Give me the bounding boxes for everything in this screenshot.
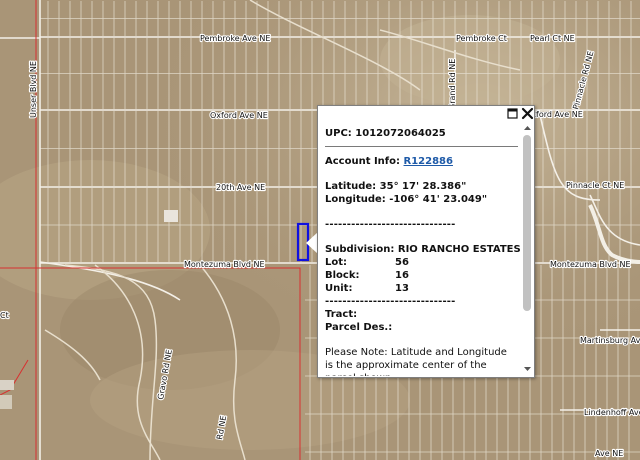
vertical-scrollbar[interactable]: [521, 123, 534, 376]
popup-titlebar: [318, 106, 534, 122]
street-label: Grand Rd NE: [448, 59, 457, 110]
latitude-label: Latitude:: [325, 181, 377, 192]
maximize-icon[interactable]: [507, 108, 518, 119]
street-label: Lindenhoff Ave: [584, 408, 640, 417]
scrollbar-thumb[interactable]: [523, 135, 531, 311]
close-icon[interactable]: [521, 107, 534, 120]
upc-row: UPC: 1012072064025: [325, 127, 520, 140]
lot-label: Lot:: [325, 257, 348, 268]
account-link[interactable]: R122886: [404, 156, 453, 167]
longitude-row: Longitude: -106° 41' 23.049": [325, 193, 520, 206]
account-row: Account Info: R122886: [325, 155, 520, 168]
parcel-info-popup: UPC: 1012072064025 Account Info: R122886…: [317, 105, 535, 378]
popup-content-area[interactable]: UPC: 1012072064025 Account Info: R122886…: [319, 123, 534, 376]
street-label: Ct: [0, 311, 9, 320]
unit-row: Unit: 13: [325, 282, 520, 295]
street-label: Pinnacle Ct NE: [566, 181, 624, 190]
lot-value: 56: [395, 257, 409, 268]
latitude-value: 35° 17' 28.386": [379, 181, 467, 192]
street-label: Ave NE: [595, 449, 623, 458]
street-label: Pembroke Ct: [456, 34, 507, 43]
upc-value: 1012072064025: [355, 128, 446, 139]
street-label: Martinsburg Ave: [580, 336, 640, 345]
building: [0, 395, 12, 409]
street-label: Pembroke Ave NE: [200, 34, 270, 43]
longitude-label: Longitude:: [325, 194, 386, 205]
unit-value: 13: [395, 283, 409, 294]
account-label: Account Info:: [325, 156, 401, 167]
building: [164, 210, 178, 222]
divider-line: [325, 146, 518, 147]
tract-label: Tract:: [325, 309, 358, 320]
block-value: 16: [395, 270, 409, 281]
street-label: 20th Ave NE: [216, 183, 265, 192]
upc-label: UPC:: [325, 128, 352, 139]
subdivision-value: RIO RANCHO ESTATES: [397, 244, 521, 255]
street-label: Montezuma Blvd NE: [550, 260, 631, 269]
note-text: Please Note: Latitude and Longitude is t…: [325, 347, 507, 376]
arrow-up-icon[interactable]: [521, 123, 534, 133]
arrow-down-icon[interactable]: [521, 364, 534, 374]
unit-label: Unit:: [325, 283, 353, 294]
lot-row: Lot: 56: [325, 256, 520, 269]
street-label: Unser Blvd NE: [29, 61, 38, 118]
subdivision-row: Subdivision: RIO RANCHO ESTATES: [325, 243, 521, 256]
street-label: Oxford Ave NE: [210, 111, 268, 120]
block-row: Block: 16: [325, 269, 520, 282]
longitude-value: -106° 41' 23.049": [389, 194, 488, 205]
dash-separator: ------------------------------: [325, 296, 456, 307]
subdivision-label: Subdivision:: [325, 244, 395, 255]
latitude-row: Latitude: 35° 17' 28.386": [325, 180, 520, 193]
street-label: Montezuma Blvd NE: [184, 260, 265, 269]
parcel-des-label: Parcel Des.:: [325, 322, 393, 333]
street-label: Pearl Ct NE: [530, 34, 575, 43]
dash-separator: ------------------------------: [325, 219, 456, 230]
building: [0, 380, 14, 390]
block-label: Block:: [325, 270, 360, 281]
